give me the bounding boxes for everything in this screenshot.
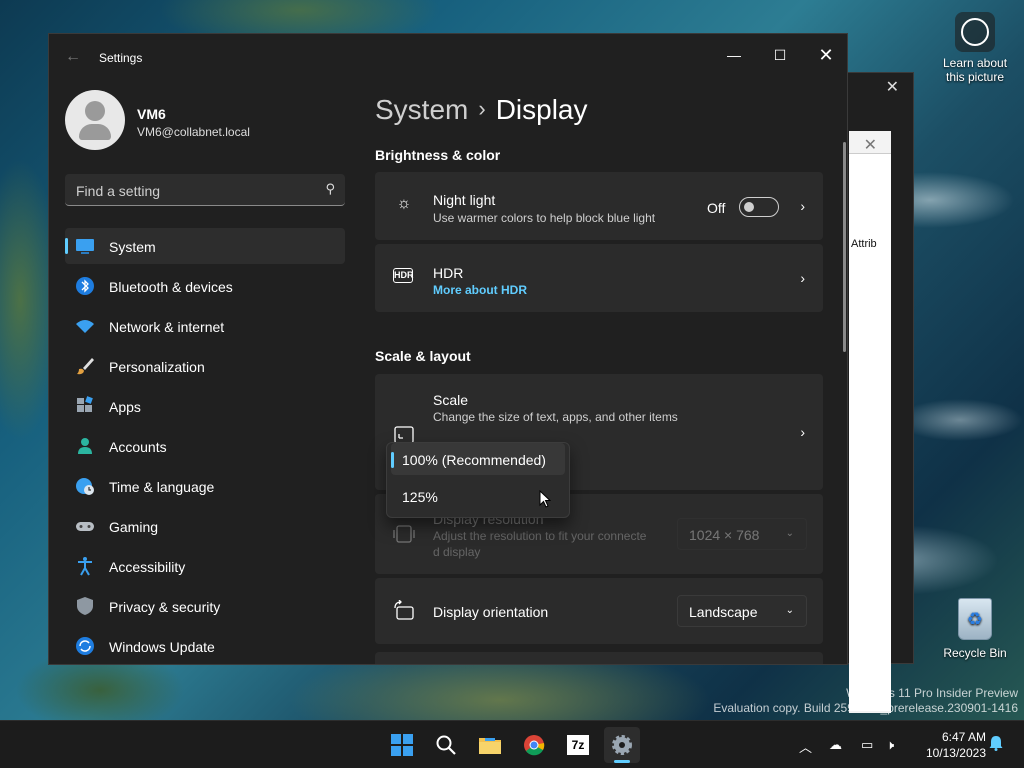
- accessibility-icon: [78, 557, 92, 576]
- chevron-up-icon[interactable]: ︿: [799, 737, 812, 756]
- display-orientation-card[interactable]: Display orientation Landscape ⌄: [375, 578, 823, 644]
- section-scale-layout: Scale & layout: [375, 348, 471, 364]
- close-button[interactable]: ✕: [803, 40, 847, 70]
- sidebar-item-system[interactable]: System: [65, 228, 345, 264]
- sidebar-item-time-language[interactable]: Time & language: [65, 468, 345, 504]
- hdr-card[interactable]: HDR HDR More about HDR ›: [375, 244, 823, 312]
- chevron-down-icon: ⌄: [785, 528, 794, 539]
- clock[interactable]: 6:47 AM 10/13/2023: [926, 729, 986, 761]
- sidebar-item-accounts[interactable]: Accounts: [65, 428, 345, 464]
- settings-window: ← Settings — ☐ ✕ VM6 VM6@collabnet.local…: [48, 33, 848, 665]
- learn-about-picture-icon[interactable]: Learn about this picture: [935, 12, 1015, 84]
- orientation-icon: [394, 600, 414, 620]
- sidebar-item-privacy[interactable]: Privacy & security: [65, 588, 345, 624]
- title-bar: ← Settings — ☐ ✕: [49, 34, 847, 82]
- close-icon[interactable]: ✕: [864, 135, 877, 155]
- chrome-icon: [524, 735, 545, 756]
- resolution-icon: [393, 525, 415, 543]
- recycle-bin-icon[interactable]: ♻ Recycle Bin: [935, 598, 1015, 660]
- chevron-right-icon[interactable]: ›: [800, 424, 805, 440]
- breadcrumb-system[interactable]: System: [375, 94, 468, 125]
- column-header-attrib: Attrib: [851, 238, 877, 250]
- gamepad-icon: [76, 522, 94, 531]
- network-icon[interactable]: ▭: [861, 737, 873, 753]
- resolution-select[interactable]: 1024 × 768 ⌄: [677, 518, 807, 550]
- user-profile[interactable]: VM6 VM6@collabnet.local: [65, 90, 355, 152]
- profile-email: VM6@collabnet.local: [137, 125, 250, 139]
- apps-icon: [77, 396, 93, 412]
- start-button[interactable]: [384, 727, 420, 763]
- sidebar-item-accessibility[interactable]: Accessibility: [65, 548, 345, 584]
- globe-clock-icon: [76, 478, 94, 495]
- next-setting-card[interactable]: [375, 652, 823, 664]
- night-light-state: Off: [707, 200, 726, 216]
- monitor-icon: [76, 239, 94, 254]
- wifi-icon: [76, 320, 94, 333]
- mouse-cursor-icon: [539, 490, 551, 508]
- search-input[interactable]: Find a setting ⚲: [65, 174, 345, 206]
- chevron-right-icon[interactable]: ›: [800, 270, 805, 286]
- breadcrumb-separator: ›: [478, 96, 486, 121]
- onedrive-icon[interactable]: ☁: [829, 737, 842, 753]
- close-icon[interactable]: ✕: [886, 77, 899, 97]
- back-arrow-icon[interactable]: ←: [65, 48, 81, 66]
- clock-time: 6:47 AM: [941, 730, 986, 744]
- gear-icon: [612, 735, 632, 755]
- chrome-button[interactable]: [516, 727, 552, 763]
- windows-logo-icon: [391, 734, 413, 756]
- recycle-bin-label: Recycle Bin: [943, 646, 1007, 660]
- sidebar-item-gaming[interactable]: Gaming: [65, 508, 345, 544]
- file-explorer-button[interactable]: [472, 727, 508, 763]
- folder-icon: [479, 738, 501, 754]
- sidebar-item-network[interactable]: Network & internet: [65, 308, 345, 344]
- search-icon: [436, 735, 456, 755]
- search-placeholder: Find a setting: [76, 183, 161, 199]
- breadcrumb: System › Display: [375, 94, 835, 134]
- night-light-toggle[interactable]: [739, 197, 779, 217]
- taskbar: 7z ︿ ☁ ▭ 🕨 6:47 AM 10/13/2023: [0, 720, 1024, 768]
- window-title: Settings: [99, 51, 143, 65]
- profile-name: VM6: [137, 106, 166, 122]
- sidebar-item-apps[interactable]: Apps: [65, 388, 345, 424]
- sidebar-item-personalization[interactable]: Personalization: [65, 348, 345, 384]
- sidebar-nav: System Bluetooth & devices Network & int…: [65, 228, 345, 664]
- scale-option-100[interactable]: 100% (Recommended): [391, 443, 565, 475]
- chevron-down-icon: ⌄: [785, 605, 794, 616]
- search-button[interactable]: [428, 727, 464, 763]
- page-title: Display: [495, 94, 588, 125]
- 7zip-button[interactable]: 7z: [560, 727, 596, 763]
- night-light-card[interactable]: ☼ Night light Use warmer colors to help …: [375, 172, 823, 240]
- learn-about-picture-label: Learn about this picture: [942, 56, 1008, 84]
- hdr-icon: HDR: [393, 268, 414, 283]
- settings-taskbar-button[interactable]: [604, 727, 640, 763]
- volume-muted-icon[interactable]: 🕨: [886, 737, 894, 753]
- shield-icon: [77, 597, 93, 615]
- notification-bell-icon[interactable]: [989, 735, 1003, 754]
- 7zip-icon: 7z: [567, 735, 589, 755]
- orientation-select[interactable]: Landscape ⌄: [677, 595, 807, 627]
- sidebar-item-bluetooth[interactable]: Bluetooth & devices: [65, 268, 345, 304]
- bluetooth-icon: [76, 277, 94, 295]
- clock-date: 10/13/2023: [925, 746, 986, 760]
- update-icon: [76, 637, 94, 655]
- search-icon: ⚲: [325, 181, 335, 196]
- more-about-hdr-link[interactable]: More about HDR: [433, 283, 527, 297]
- background-window[interactable]: ✕ ✕ Attrib: [846, 72, 914, 713]
- minimize-button[interactable]: —: [711, 40, 757, 70]
- maximize-button[interactable]: ☐: [757, 40, 803, 70]
- brightness-sun-icon: ☼: [396, 195, 412, 212]
- paintbrush-icon: [77, 358, 94, 375]
- chevron-right-icon[interactable]: ›: [800, 198, 805, 214]
- section-brightness-color: Brightness & color: [375, 147, 501, 163]
- camera-icon: [955, 12, 995, 52]
- sidebar-item-windows-update[interactable]: Windows Update: [65, 628, 345, 664]
- recycle-bin-graphic: ♻: [958, 598, 992, 640]
- scrollbar[interactable]: [843, 142, 846, 352]
- avatar: [65, 90, 125, 150]
- background-dialog: ✕ Attrib: [849, 131, 891, 713]
- person-icon: [78, 438, 92, 454]
